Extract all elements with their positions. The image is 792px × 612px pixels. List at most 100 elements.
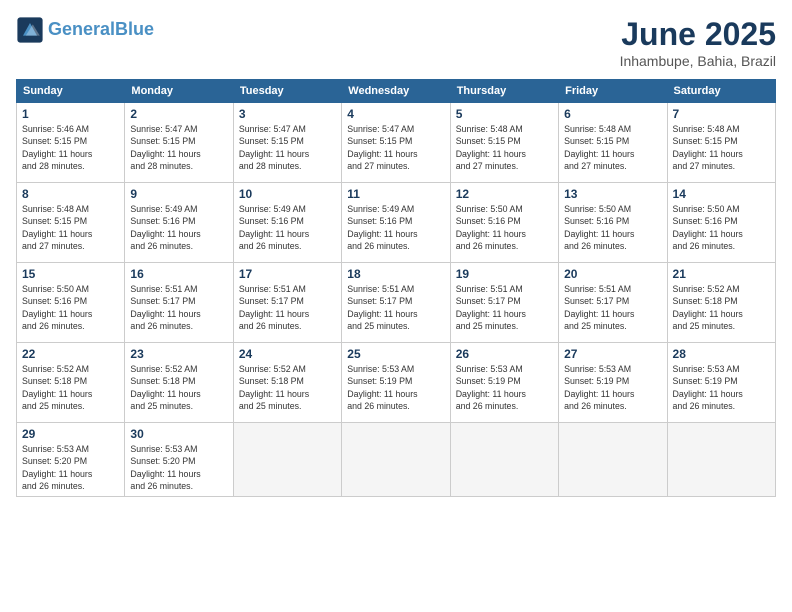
calendar-cell bbox=[559, 423, 667, 497]
day-info: Sunrise: 5:52 AM Sunset: 5:18 PM Dayligh… bbox=[673, 283, 770, 332]
calendar-cell: 13 Sunrise: 5:50 AM Sunset: 5:16 PM Dayli… bbox=[559, 183, 667, 263]
day-info: Sunrise: 5:49 AM Sunset: 5:16 PM Dayligh… bbox=[130, 203, 227, 252]
day-info: Sunrise: 5:47 AM Sunset: 5:15 PM Dayligh… bbox=[239, 123, 336, 172]
day-info: Sunrise: 5:53 AM Sunset: 5:19 PM Dayligh… bbox=[564, 363, 661, 412]
calendar-cell bbox=[450, 423, 558, 497]
day-number: 21 bbox=[673, 267, 770, 281]
calendar-cell: 1 Sunrise: 5:46 AM Sunset: 5:15 PM Daylig… bbox=[17, 103, 125, 183]
calendar-cell: 29 Sunrise: 5:53 AM Sunset: 5:20 PM Dayli… bbox=[17, 423, 125, 497]
day-info: Sunrise: 5:49 AM Sunset: 5:16 PM Dayligh… bbox=[239, 203, 336, 252]
day-info: Sunrise: 5:50 AM Sunset: 5:16 PM Dayligh… bbox=[673, 203, 770, 252]
day-number: 23 bbox=[130, 347, 227, 361]
day-number: 24 bbox=[239, 347, 336, 361]
calendar-cell: 23 Sunrise: 5:52 AM Sunset: 5:18 PM Dayli… bbox=[125, 343, 233, 423]
logo: GeneralBlue bbox=[16, 16, 154, 44]
day-info: Sunrise: 5:49 AM Sunset: 5:16 PM Dayligh… bbox=[347, 203, 444, 252]
day-info: Sunrise: 5:51 AM Sunset: 5:17 PM Dayligh… bbox=[130, 283, 227, 332]
calendar-cell: 27Sunrise: 5:53 AM Sunset: 5:19 PM Dayli… bbox=[559, 343, 667, 423]
logo-text: GeneralBlue bbox=[48, 20, 154, 40]
logo-icon bbox=[16, 16, 44, 44]
day-number: 1 bbox=[22, 107, 119, 121]
calendar: SundayMondayTuesdayWednesdayThursdayFrid… bbox=[16, 79, 776, 497]
day-number: 8 bbox=[22, 187, 119, 201]
week-row-2: 8 Sunrise: 5:48 AM Sunset: 5:15 PM Daylig… bbox=[17, 183, 776, 263]
day-info: Sunrise: 5:50 AM Sunset: 5:16 PM Dayligh… bbox=[564, 203, 661, 252]
col-header-tuesday: Tuesday bbox=[233, 80, 341, 103]
col-header-thursday: Thursday bbox=[450, 80, 558, 103]
calendar-cell bbox=[342, 423, 450, 497]
day-info: Sunrise: 5:53 AM Sunset: 5:20 PM Dayligh… bbox=[22, 443, 119, 492]
month-title: June 2025 bbox=[620, 16, 776, 53]
day-number: 28 bbox=[673, 347, 770, 361]
header: GeneralBlue June 2025 Inhambupe, Bahia, … bbox=[16, 16, 776, 69]
calendar-cell: 20Sunrise: 5:51 AM Sunset: 5:17 PM Dayli… bbox=[559, 263, 667, 343]
day-info: Sunrise: 5:53 AM Sunset: 5:20 PM Dayligh… bbox=[130, 443, 227, 492]
day-number: 17 bbox=[239, 267, 336, 281]
col-header-friday: Friday bbox=[559, 80, 667, 103]
col-header-saturday: Saturday bbox=[667, 80, 775, 103]
calendar-cell: 15 Sunrise: 5:50 AM Sunset: 5:16 PM Dayli… bbox=[17, 263, 125, 343]
calendar-cell: 17 Sunrise: 5:51 AM Sunset: 5:17 PM Dayli… bbox=[233, 263, 341, 343]
day-number: 7 bbox=[673, 107, 770, 121]
day-info: Sunrise: 5:51 AM Sunset: 5:17 PM Dayligh… bbox=[347, 283, 444, 332]
day-info: Sunrise: 5:48 AM Sunset: 5:15 PM Dayligh… bbox=[22, 203, 119, 252]
day-number: 10 bbox=[239, 187, 336, 201]
calendar-cell: 2 Sunrise: 5:47 AM Sunset: 5:15 PM Daylig… bbox=[125, 103, 233, 183]
calendar-cell: 14 Sunrise: 5:50 AM Sunset: 5:16 PM Dayli… bbox=[667, 183, 775, 263]
day-info: Sunrise: 5:47 AM Sunset: 5:15 PM Dayligh… bbox=[347, 123, 444, 172]
day-number: 14 bbox=[673, 187, 770, 201]
day-number: 26 bbox=[456, 347, 553, 361]
day-number: 11 bbox=[347, 187, 444, 201]
week-row-1: 1 Sunrise: 5:46 AM Sunset: 5:15 PM Daylig… bbox=[17, 103, 776, 183]
col-header-wednesday: Wednesday bbox=[342, 80, 450, 103]
title-block: June 2025 Inhambupe, Bahia, Brazil bbox=[620, 16, 776, 69]
day-number: 22 bbox=[22, 347, 119, 361]
day-info: Sunrise: 5:47 AM Sunset: 5:15 PM Dayligh… bbox=[130, 123, 227, 172]
calendar-cell: 26 Sunrise: 5:53 AM Sunset: 5:19 PM Dayli… bbox=[450, 343, 558, 423]
day-info: Sunrise: 5:52 AM Sunset: 5:18 PM Dayligh… bbox=[130, 363, 227, 412]
day-info: Sunrise: 5:53 AM Sunset: 5:19 PM Dayligh… bbox=[456, 363, 553, 412]
calendar-cell: 11 Sunrise: 5:49 AM Sunset: 5:16 PM Dayli… bbox=[342, 183, 450, 263]
day-info: Sunrise: 5:48 AM Sunset: 5:15 PM Dayligh… bbox=[456, 123, 553, 172]
location: Inhambupe, Bahia, Brazil bbox=[620, 53, 776, 69]
logo-line2: Blue bbox=[115, 19, 154, 39]
calendar-cell: 28 Sunrise: 5:53 AM Sunset: 5:19 PM Dayli… bbox=[667, 343, 775, 423]
calendar-header-row: SundayMondayTuesdayWednesdayThursdayFrid… bbox=[17, 80, 776, 103]
day-number: 12 bbox=[456, 187, 553, 201]
day-number: 5 bbox=[456, 107, 553, 121]
calendar-cell: 25 Sunrise: 5:53 AM Sunset: 5:19 PM Dayli… bbox=[342, 343, 450, 423]
day-number: 15 bbox=[22, 267, 119, 281]
day-number: 20 bbox=[564, 267, 661, 281]
day-number: 3 bbox=[239, 107, 336, 121]
week-row-4: 22 Sunrise: 5:52 AM Sunset: 5:18 PM Dayli… bbox=[17, 343, 776, 423]
day-info: Sunrise: 5:53 AM Sunset: 5:19 PM Dayligh… bbox=[673, 363, 770, 412]
day-info: Sunrise: 5:46 AM Sunset: 5:15 PM Dayligh… bbox=[22, 123, 119, 172]
day-number: 16 bbox=[130, 267, 227, 281]
day-info: Sunrise: 5:51 AM Sunset: 5:17 PM Dayligh… bbox=[239, 283, 336, 332]
calendar-cell: 16 Sunrise: 5:51 AM Sunset: 5:17 PM Dayli… bbox=[125, 263, 233, 343]
day-info: Sunrise: 5:51 AM Sunset: 5:17 PM Dayligh… bbox=[456, 283, 553, 332]
day-info: Sunrise: 5:53 AM Sunset: 5:19 PM Dayligh… bbox=[347, 363, 444, 412]
calendar-cell: 8 Sunrise: 5:48 AM Sunset: 5:15 PM Daylig… bbox=[17, 183, 125, 263]
col-header-monday: Monday bbox=[125, 80, 233, 103]
calendar-cell: 5 Sunrise: 5:48 AM Sunset: 5:15 PM Daylig… bbox=[450, 103, 558, 183]
calendar-cell: 21 Sunrise: 5:52 AM Sunset: 5:18 PM Dayli… bbox=[667, 263, 775, 343]
day-number: 2 bbox=[130, 107, 227, 121]
calendar-cell: 30 Sunrise: 5:53 AM Sunset: 5:20 PM Dayli… bbox=[125, 423, 233, 497]
day-number: 25 bbox=[347, 347, 444, 361]
calendar-cell: 18Sunrise: 5:51 AM Sunset: 5:17 PM Dayli… bbox=[342, 263, 450, 343]
day-number: 13 bbox=[564, 187, 661, 201]
day-info: Sunrise: 5:50 AM Sunset: 5:16 PM Dayligh… bbox=[456, 203, 553, 252]
calendar-cell: 7 Sunrise: 5:48 AM Sunset: 5:15 PM Daylig… bbox=[667, 103, 775, 183]
day-number: 29 bbox=[22, 427, 119, 441]
day-info: Sunrise: 5:50 AM Sunset: 5:16 PM Dayligh… bbox=[22, 283, 119, 332]
calendar-cell: 12 Sunrise: 5:50 AM Sunset: 5:16 PM Dayli… bbox=[450, 183, 558, 263]
col-header-sunday: Sunday bbox=[17, 80, 125, 103]
day-number: 19 bbox=[456, 267, 553, 281]
day-number: 4 bbox=[347, 107, 444, 121]
calendar-cell: 19 Sunrise: 5:51 AM Sunset: 5:17 PM Dayli… bbox=[450, 263, 558, 343]
calendar-cell: 9Sunrise: 5:49 AM Sunset: 5:16 PM Daylig… bbox=[125, 183, 233, 263]
day-info: Sunrise: 5:48 AM Sunset: 5:15 PM Dayligh… bbox=[673, 123, 770, 172]
calendar-cell: 6Sunrise: 5:48 AM Sunset: 5:15 PM Daylig… bbox=[559, 103, 667, 183]
day-number: 30 bbox=[130, 427, 227, 441]
